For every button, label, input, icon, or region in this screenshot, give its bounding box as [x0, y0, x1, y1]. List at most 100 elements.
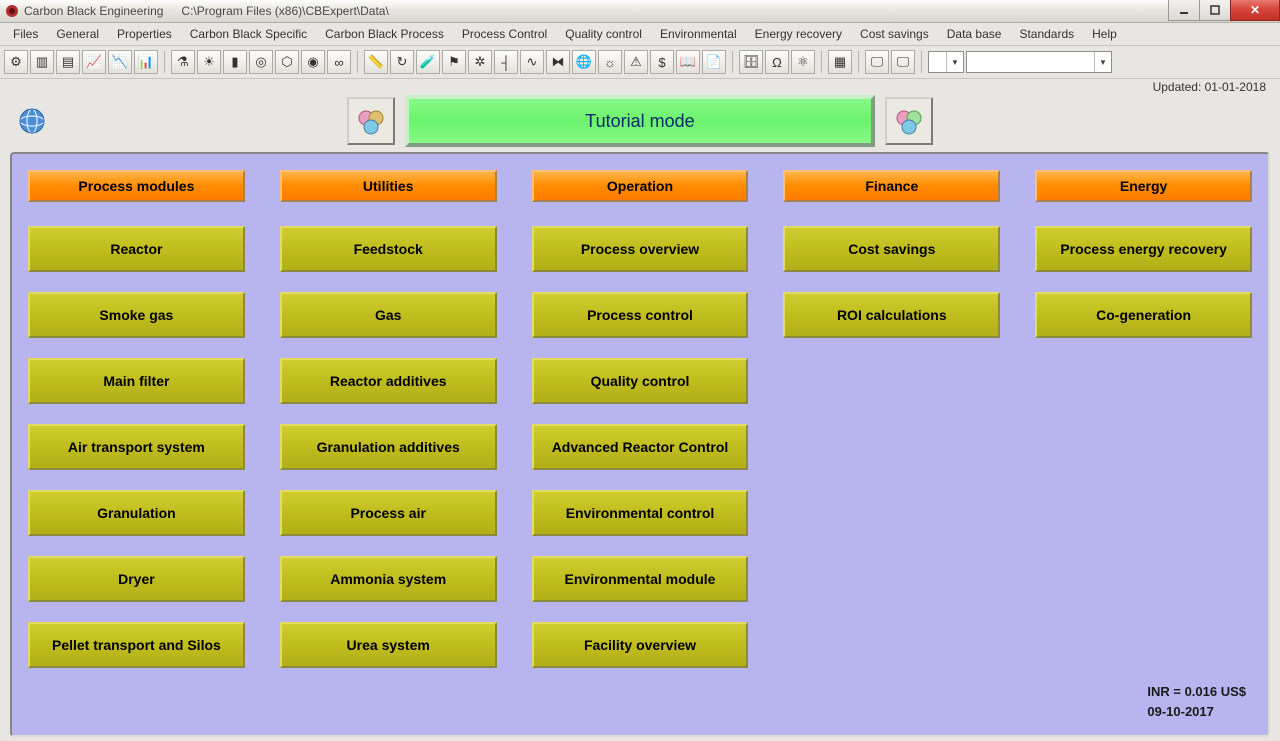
updated-label: Updated: 01-01-2018 [1153, 80, 1266, 94]
module-reactor-additives[interactable]: Reactor additives [280, 358, 497, 404]
module-grid: Process modulesUtilitiesOperationFinance… [28, 170, 1252, 664]
lab-icon[interactable]: 🧪 [416, 50, 440, 74]
module-environmental-control[interactable]: Environmental control [532, 490, 749, 536]
mode-label-button[interactable]: Tutorial mode [405, 95, 875, 147]
module-main-filter[interactable]: Main filter [28, 358, 245, 404]
fan-icon[interactable]: ✲ [468, 50, 492, 74]
module-advanced-reactor-control[interactable]: Advanced Reactor Control [532, 424, 749, 470]
ruler-icon[interactable]: 📏 [364, 50, 388, 74]
menu-energy-recovery[interactable]: Energy recovery [746, 25, 851, 43]
module-granulation-additives[interactable]: Granulation additives [280, 424, 497, 470]
column-header-energy: Energy [1035, 170, 1252, 202]
globe2-icon[interactable]: 🌐 [572, 50, 596, 74]
module-smoke-gas[interactable]: Smoke gas [28, 292, 245, 338]
module-dryer[interactable]: Dryer [28, 556, 245, 602]
module-quality-control[interactable]: Quality control [532, 358, 749, 404]
close-button[interactable]: ✕ [1230, 0, 1280, 21]
toolbar-separator [821, 51, 822, 73]
flask-icon[interactable]: ⚗ [171, 50, 195, 74]
module-air-transport-system[interactable]: Air transport system [28, 424, 245, 470]
menu-standards[interactable]: Standards [1010, 25, 1083, 43]
menu-cost-savings[interactable]: Cost savings [851, 25, 938, 43]
menu-carbon-black-process[interactable]: Carbon Black Process [316, 25, 453, 43]
gear-icon[interactable]: ⚙ [4, 50, 28, 74]
minimize-button[interactable] [1168, 0, 1200, 21]
module-granulation[interactable]: Granulation [28, 490, 245, 536]
module-environmental-module[interactable]: Environmental module [532, 556, 749, 602]
module-reactor[interactable]: Reactor [28, 226, 245, 272]
module-feedstock[interactable]: Feedstock [280, 226, 497, 272]
wave-icon[interactable]: ∿ [520, 50, 544, 74]
column-icon[interactable]: ▮ [223, 50, 247, 74]
column-header-process-modules: Process modules [28, 170, 245, 202]
module-process-overview[interactable]: Process overview [532, 226, 749, 272]
menu-environmental[interactable]: Environmental [651, 25, 746, 43]
toolbar-separator [732, 51, 733, 73]
module-process-air[interactable]: Process air [280, 490, 497, 536]
horseshoe-icon[interactable]: Ω [765, 50, 789, 74]
toolbar-separator [164, 51, 165, 73]
hex-icon[interactable]: ⬡ [275, 50, 299, 74]
dollar-icon[interactable]: $ [650, 50, 674, 74]
bars-icon[interactable]: ▤ [56, 50, 80, 74]
module-ammonia-system[interactable]: Ammonia system [280, 556, 497, 602]
module-co-generation[interactable]: Co-generation [1035, 292, 1252, 338]
module-urea-system[interactable]: Urea system [280, 622, 497, 668]
menu-general[interactable]: General [47, 25, 108, 43]
atom-icon[interactable]: ⚛ [791, 50, 815, 74]
sun2-icon[interactable]: ☼ [598, 50, 622, 74]
menu-carbon-black-specific[interactable]: Carbon Black Specific [181, 25, 316, 43]
flag-icon[interactable]: ⚑ [442, 50, 466, 74]
mode-next-button[interactable] [885, 97, 933, 145]
ring-icon[interactable]: ◎ [249, 50, 273, 74]
chart-area-icon[interactable]: 📉 [108, 50, 132, 74]
book-icon[interactable]: 📖 [676, 50, 700, 74]
panel-icon[interactable]: ▥ [30, 50, 54, 74]
module-pellet-transport-and-silos[interactable]: Pellet transport and Silos [28, 622, 245, 668]
toolbar-combo-2[interactable]: ▼ [966, 51, 1112, 73]
file-path: C:\Program Files (x86)\CBExpert\Data\ [181, 4, 388, 18]
toolbar-separator [921, 51, 922, 73]
link-icon[interactable]: ∞ [327, 50, 351, 74]
sheet-icon[interactable]: ▦ [828, 50, 852, 74]
menu-process-control[interactable]: Process Control [453, 25, 556, 43]
menu-data-base[interactable]: Data base [938, 25, 1011, 43]
menu-properties[interactable]: Properties [108, 25, 181, 43]
mode-row: Tutorial mode [0, 95, 1280, 147]
toolbar-combo-1[interactable]: ▼ [928, 51, 964, 73]
module-roi-calculations[interactable]: ROI calculations [783, 292, 1000, 338]
footer-date: 09-10-2017 [1147, 702, 1246, 722]
chart-bar-icon[interactable]: 📊 [134, 50, 158, 74]
currency-rate: INR = 0.016 US$ [1147, 682, 1246, 702]
maximize-button[interactable] [1199, 0, 1231, 21]
monitor1-icon[interactable]: 🖵 [865, 50, 889, 74]
window-controls: ✕ [1169, 0, 1280, 21]
module-facility-overview[interactable]: Facility overview [532, 622, 749, 668]
menu-quality-control[interactable]: Quality control [556, 25, 651, 43]
column-header-finance: Finance [783, 170, 1000, 202]
probe-icon[interactable]: ┤ [494, 50, 518, 74]
loop-icon[interactable]: ↻ [390, 50, 414, 74]
mode-label-text: Tutorial mode [585, 111, 694, 132]
monitor2-icon[interactable]: 🖵 [891, 50, 915, 74]
sun-icon[interactable]: ☀ [197, 50, 221, 74]
module-cost-savings[interactable]: Cost savings [783, 226, 1000, 272]
chart-line-icon[interactable]: 📈 [82, 50, 106, 74]
toolbar: ⚙▥▤📈📉📊 ⚗☀▮◎⬡◉∞ 📏↻🧪⚑✲┤∿⧓🌐☼⚠$📖📄 🗄Ω⚛ ▦ 🖵🖵 ▼▼ [0, 46, 1280, 79]
module-gas[interactable]: Gas [280, 292, 497, 338]
mode-prev-button[interactable] [347, 97, 395, 145]
app-title: Carbon Black Engineering [24, 4, 163, 18]
doc-icon[interactable]: 📄 [702, 50, 726, 74]
module-process-control[interactable]: Process control [532, 292, 749, 338]
warn-icon[interactable]: ⚠ [624, 50, 648, 74]
globe-icon[interactable] [18, 107, 46, 135]
module-process-energy-recovery[interactable]: Process energy recovery [1035, 226, 1252, 272]
column-header-utilities: Utilities [280, 170, 497, 202]
menu-help[interactable]: Help [1083, 25, 1126, 43]
db-icon[interactable]: 🗄 [739, 50, 763, 74]
menu-bar: FilesGeneralPropertiesCarbon Black Speci… [0, 23, 1280, 46]
toolbar-separator [357, 51, 358, 73]
chain-icon[interactable]: ⧓ [546, 50, 570, 74]
target-icon[interactable]: ◉ [301, 50, 325, 74]
menu-files[interactable]: Files [4, 25, 47, 43]
